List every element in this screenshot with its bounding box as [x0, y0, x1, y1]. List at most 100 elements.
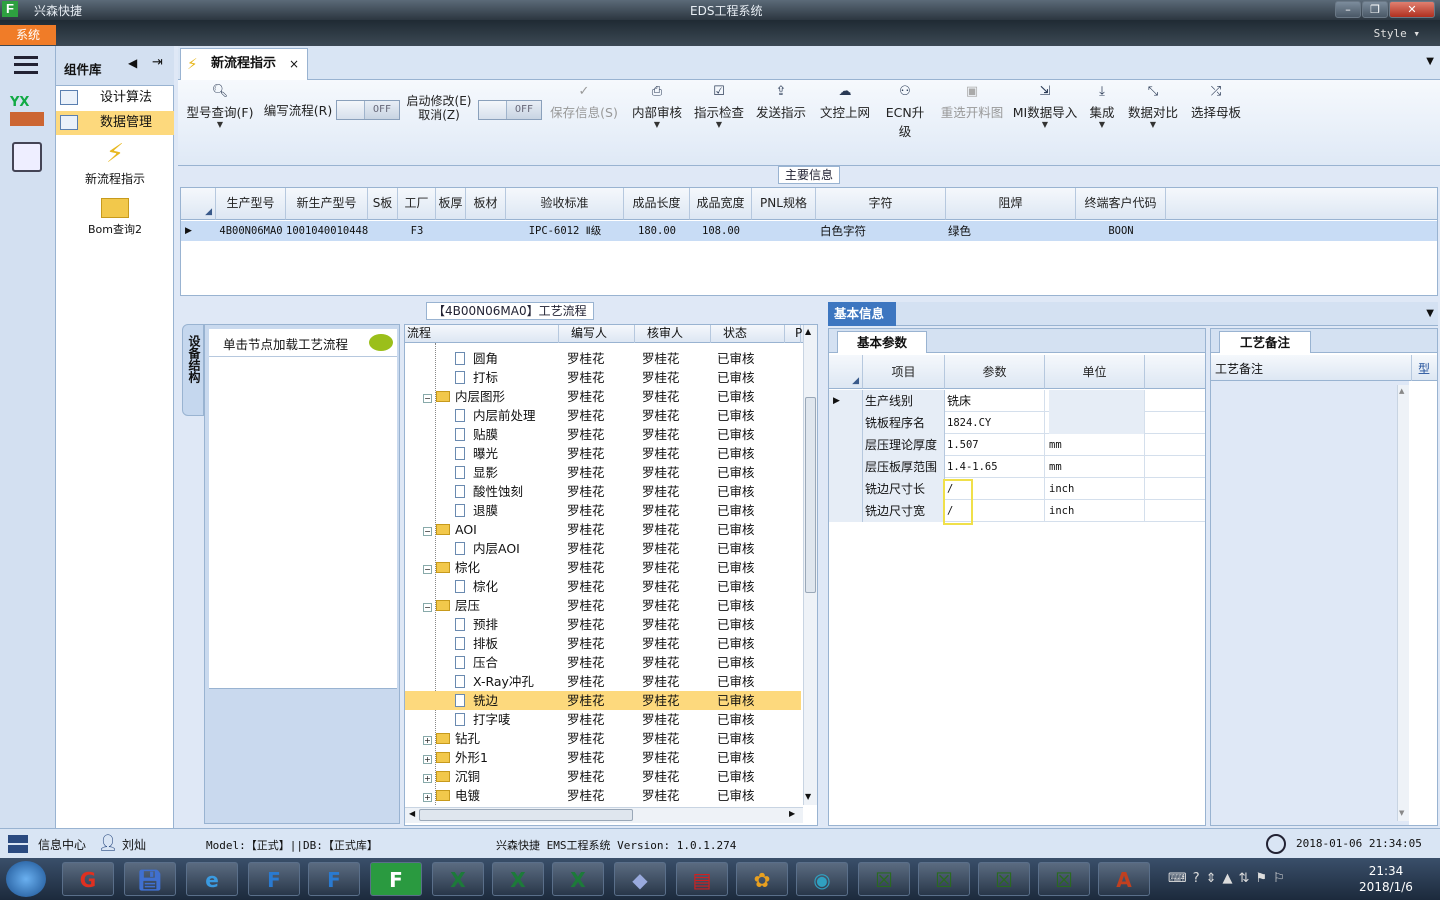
close-window-button[interactable]: ✕ — [1389, 1, 1435, 18]
scroll-up-icon[interactable]: ▲ — [805, 327, 811, 336]
taskbar-excel-icon[interactable]: X — [432, 862, 484, 896]
process-tree-row[interactable]: − 棕化 罗桂花 罗桂花 已审核 — [405, 558, 801, 577]
params-row[interactable]: 铣边尺寸宽 / inch — [829, 500, 1205, 522]
ecn-upgrade-button[interactable]: ⚇ ECN升级 — [880, 84, 930, 140]
check-instruction-button[interactable]: ☑ 指示检查 ▼ — [692, 84, 746, 129]
main-grid-column-header[interactable]: 验收标准 — [506, 188, 624, 220]
query-model-button[interactable]: 🔍︎ 型号查询(F) ▼ — [184, 84, 256, 129]
taskbar-clock[interactable]: 21:34 2018/1/6 — [1350, 863, 1422, 895]
process-tree-row[interactable]: 退膜 罗桂花 罗桂花 已审核 — [405, 501, 801, 520]
main-grid-column-header[interactable]: 终端客户代码 — [1076, 188, 1166, 220]
taskbar-window-x3-icon[interactable]: ☒ — [978, 862, 1030, 896]
process-tree-row[interactable]: 内层AOI 罗桂花 罗桂花 已审核 — [405, 539, 801, 558]
main-grid-row[interactable] — [181, 221, 1437, 241]
param-value[interactable]: 1.4-1.65 — [947, 456, 1045, 478]
tab-new-flow[interactable]: ⚡ 新流程指示 × — [180, 48, 308, 81]
system-menu-button[interactable]: 系统 — [0, 25, 56, 45]
main-grid-cell[interactable]: IPC-6012 Ⅱ级 — [506, 221, 624, 241]
process-tree-row[interactable]: 曝光 罗桂花 罗桂花 已审核 — [405, 444, 801, 463]
process-tree-row[interactable]: + 电镀 罗桂花 罗桂花 已审核 — [405, 786, 801, 805]
select-mother-board-button[interactable]: ⤮ 选择母板 — [1188, 84, 1244, 121]
taskbar-shell-icon[interactable]: ✿ — [736, 862, 788, 896]
component-item-design-algo[interactable]: 设计算法 — [56, 86, 174, 110]
mi-import-button[interactable]: ⇲ MI数据导入 ▼ — [1012, 84, 1078, 129]
taskbar-app-icon[interactable]: ◆ — [614, 862, 666, 896]
save-info-button[interactable]: ✓ 保存信息(S) — [548, 84, 620, 121]
h-scroll-thumb[interactable] — [419, 809, 633, 821]
collapse-icon[interactable]: − — [423, 527, 432, 536]
process-tree-row[interactable]: − AOI 罗桂花 罗桂花 已审核 — [405, 520, 801, 539]
reselect-cutting-button[interactable]: ▣ 重选开料图 — [938, 84, 1006, 121]
param-value[interactable]: 铣床 — [947, 390, 1045, 412]
process-column-header[interactable]: 编写人 — [561, 325, 635, 343]
minimize-button[interactable]: – — [1335, 1, 1361, 18]
taskbar-save-icon[interactable]: 💾︎ — [124, 862, 176, 896]
taskbar-doc-icon[interactable]: A — [1098, 862, 1150, 896]
params-row[interactable]: ▶ 生产线别 铣床 — [829, 390, 1205, 412]
process-column-header[interactable]: 状态 — [713, 325, 785, 343]
load-flow-hint-bar[interactable]: 单击节点加载工艺流程 — [209, 329, 397, 357]
taskbar-app-g-icon[interactable]: G — [62, 862, 114, 896]
main-grid-column-header[interactable]: S板 — [368, 188, 398, 220]
main-grid-cell[interactable]: 180.00 — [624, 221, 690, 241]
process-tree-row[interactable]: 酸性蚀刻 罗桂花 罗桂花 已审核 — [405, 482, 801, 501]
write-flow-toggle[interactable]: OFF — [336, 100, 400, 120]
process-tree-row[interactable]: 预排 罗桂花 罗桂花 已审核 — [405, 615, 801, 634]
main-grid-cell[interactable]: 4B00N06MA0 — [216, 221, 286, 241]
params-row[interactable]: 铣板程序名 1824.CY — [829, 412, 1205, 434]
launcher-bom-query[interactable]: Bom查询2 — [56, 194, 174, 240]
main-grid-column-header[interactable]: PNL规格 — [752, 188, 816, 220]
send-instruction-button[interactable]: ⇪ 发送指示 — [754, 84, 808, 121]
remarks-scrollbar[interactable]: ▲ ▼ — [1397, 385, 1409, 821]
main-grid-column-header[interactable]: 生产型号 — [216, 188, 286, 220]
info-center-link[interactable]: 信息中心 — [38, 836, 86, 853]
collapse-left-icon[interactable]: ◀ — [128, 56, 137, 70]
params-row[interactable]: 铣边尺寸长 / inch — [829, 478, 1205, 500]
process-column-header[interactable]: 流程 — [405, 325, 559, 343]
yx-factory-icon[interactable]: YX — [10, 96, 44, 128]
main-grid-column-header[interactable]: 字符 — [816, 188, 946, 220]
scroll-up-icon[interactable]: ▲ — [1399, 387, 1404, 395]
params-column-header[interactable]: 单位 — [1045, 355, 1145, 389]
main-grid-column-header[interactable]: 工厂 — [398, 188, 436, 220]
taskbar-excel2-icon[interactable]: X — [492, 862, 544, 896]
main-grid-cell[interactable]: BOON — [1076, 221, 1166, 241]
taskbar-eds-icon[interactable]: F — [370, 862, 422, 896]
internal-review-button[interactable]: ⎙ 内部审核 ▼ — [630, 84, 684, 129]
params-row[interactable]: 层压理论厚度 1.507 mm — [829, 434, 1205, 456]
tab-list-dropdown-icon[interactable]: ▼ — [1426, 56, 1434, 67]
taskbar-excel3-icon[interactable]: X — [552, 862, 604, 896]
integrate-button[interactable]: ⤓ 集成 ▼ — [1084, 84, 1120, 129]
pin-icon[interactable]: ⇥ — [152, 55, 163, 70]
taskbar-pdf-icon[interactable]: ▤ — [676, 862, 728, 896]
taskbar-eye-icon[interactable]: ◉ — [796, 862, 848, 896]
process-tree-row[interactable]: 压合 罗桂花 罗桂花 已审核 — [405, 653, 801, 672]
doc-upload-button[interactable]: ☁ 文控上网 — [818, 84, 872, 121]
process-tree-row[interactable]: + 沉铜 罗桂花 罗桂花 已审核 — [405, 767, 801, 786]
dropdown-arrow-icon[interactable]: ▼ — [1426, 308, 1434, 319]
process-vertical-scrollbar[interactable]: ▲ ▼ — [803, 325, 817, 805]
process-tree-row[interactable]: − 内层图形 罗桂花 罗桂花 已审核 — [405, 387, 801, 406]
collapse-icon[interactable]: − — [423, 603, 432, 612]
params-column-header[interactable]: 参数 — [945, 355, 1045, 389]
hamburger-menu-icon[interactable] — [14, 56, 38, 74]
params-column-header[interactable]: 项目 — [863, 355, 945, 389]
main-grid-cell[interactable]: 108.00 — [690, 221, 752, 241]
main-grid-cell[interactable]: 绿色 — [946, 221, 1076, 241]
basic-info-title[interactable]: 基本信息 — [828, 302, 896, 326]
scroll-right-icon[interactable]: ▶ — [789, 809, 795, 818]
expand-icon[interactable]: + — [423, 793, 432, 802]
process-tree-row[interactable]: + 外形1 罗桂花 罗桂花 已审核 — [405, 748, 801, 767]
start-button[interactable] — [6, 861, 46, 897]
process-tree-row[interactable]: 铣边 罗桂花 罗桂花 已审核 — [405, 691, 801, 710]
process-tree-row[interactable]: 打字唛 罗桂花 罗桂花 已审核 — [405, 710, 801, 729]
taskbar-window-x4-icon[interactable]: ☒ — [1038, 862, 1090, 896]
main-grid-cell[interactable]: 10010400104482 — [286, 221, 368, 241]
start-modify-toggle[interactable]: OFF — [478, 100, 542, 120]
style-menu[interactable]: Style ▾ — [1374, 27, 1420, 40]
process-tree-row[interactable]: − 层压 罗桂花 罗桂花 已审核 — [405, 596, 801, 615]
taskbar-app-f-icon[interactable]: F — [248, 862, 300, 896]
scroll-thumb[interactable] — [805, 397, 816, 593]
launcher-new-flow[interactable]: ⚡ 新流程指示 — [56, 138, 174, 188]
process-tree-row[interactable]: 排板 罗桂花 罗桂花 已审核 — [405, 634, 801, 653]
